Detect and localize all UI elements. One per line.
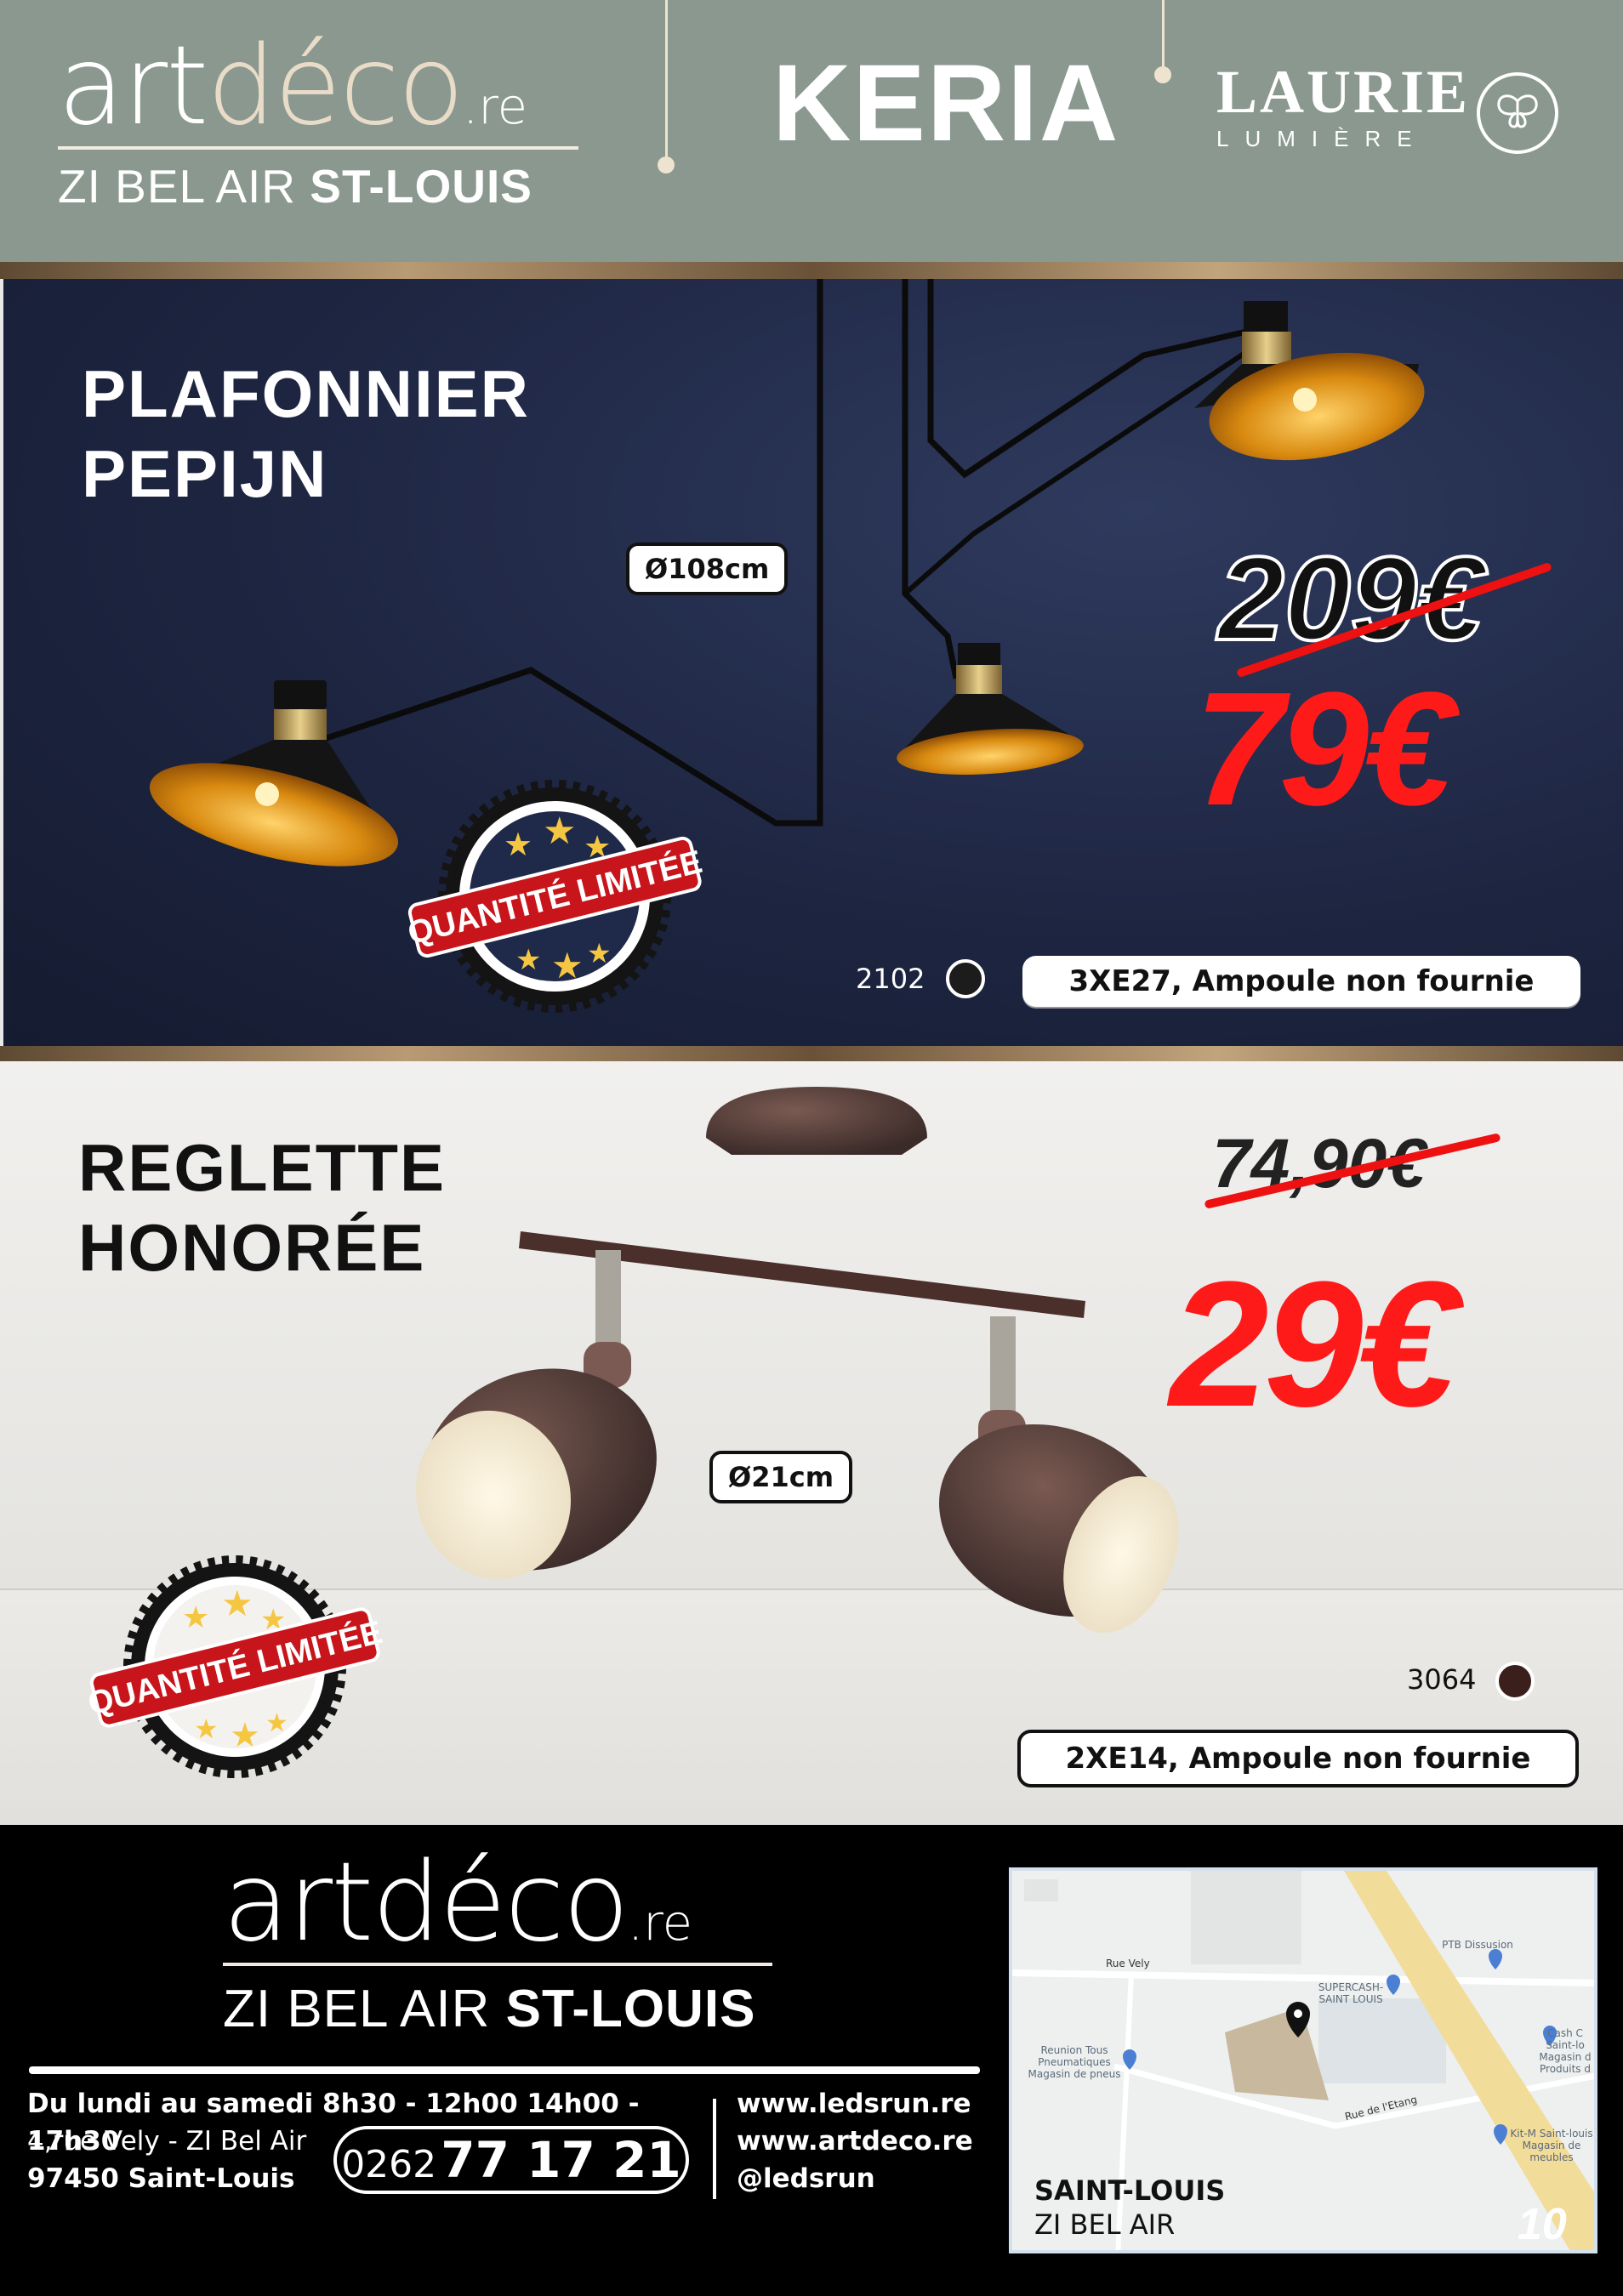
- diameter-label: Ø108cm: [626, 543, 789, 595]
- map-poi: SUPERCASH- SAINT LOUIS: [1318, 1981, 1384, 2005]
- map-poi: Reunion Tous Pneumatiques Magasin de pne…: [1028, 2044, 1121, 2080]
- product-title: REGLETTE HONORÉE: [78, 1130, 447, 1285]
- social-handle[interactable]: @ledsrun: [737, 2163, 875, 2194]
- store-address: 4,rue Vely - ZI Bel Air 97450 Saint-Loui…: [27, 2126, 307, 2194]
- spec-label: 3XE27, Ampoule non fournie: [1022, 956, 1580, 1007]
- map-location-label: SAINT-LOUIS ZI BEL AIR: [1034, 2174, 1226, 2241]
- footer: artdéco.re ZI BEL AIR ST-LOUIS Du lundi …: [0, 1825, 1623, 2296]
- new-price: 29€: [1170, 1244, 1457, 1444]
- keria-logo[interactable]: KERIA: [772, 49, 1119, 158]
- svg-text:★: ★: [515, 943, 541, 977]
- svg-text:★: ★: [182, 1600, 209, 1635]
- header-banner: artdéco.re ZI BEL AIR ST-LOUIS KERIA LAU…: [0, 0, 1623, 262]
- spec-label: 2XE14, Ampoule non fournie: [1017, 1730, 1579, 1787]
- artdeco-logo[interactable]: artdéco.re ZI BEL AIR ST-LOUIS: [223, 1849, 772, 2036]
- gold-separator: [0, 262, 1623, 279]
- web-links: www.ledsrun.re www.artdeco.re @ledsrun: [737, 2085, 973, 2197]
- svg-text:★: ★: [587, 937, 612, 969]
- svg-text:★: ★: [543, 810, 576, 853]
- laurie-sub: LUMIÈRE: [1216, 126, 1428, 151]
- laurie-lumiere-logo[interactable]: LAURIE LUMIÈRE: [1216, 61, 1470, 152]
- street-label: Rue Vely: [1106, 1958, 1150, 1969]
- store-map[interactable]: Rue Vely Rue de l'Etang PTB Dissusion SU…: [1009, 1867, 1597, 2253]
- diameter-label: Ø21cm: [709, 1451, 853, 1503]
- color-swatch[interactable]: [1495, 1662, 1535, 1701]
- gold-separator: [0, 1046, 1623, 1061]
- limited-quantity-badge: ★ ★ ★ ★ ★ ★ QUANTITÉ LIMITÉE: [84, 1555, 386, 1778]
- footer-divider: [29, 2066, 980, 2074]
- logo-wordmark: artdéco.re: [58, 23, 528, 150]
- divider-dot: [658, 156, 675, 173]
- svg-text:★: ★: [504, 826, 532, 863]
- laurie-name: LAURIE: [1216, 58, 1471, 126]
- product-reference: 2102: [856, 963, 925, 995]
- butterfly-icon: [1477, 72, 1558, 154]
- svg-text:★: ★: [194, 1713, 219, 1745]
- product-reference: 3064: [1407, 1663, 1477, 1696]
- limited-quantity-badge: ★ ★ ★ ★ ★ ★ QUANTITÉ LIMITÉE: [404, 780, 706, 1013]
- page-number: 10: [1518, 2200, 1567, 2249]
- logo-location: ZI BEL AIR ST-LOUIS: [58, 160, 532, 213]
- divider-dot: [1154, 66, 1171, 83]
- artdeco-logo[interactable]: artdéco.re ZI BEL AIR ST-LOUIS: [58, 32, 578, 210]
- product-reglette-honoree[interactable]: REGLETTE HONORÉE Ø21cm 74,90€ 29€ ★ ★ ★ …: [0, 1061, 1623, 1825]
- svg-text:★: ★: [551, 945, 584, 986]
- map-poi: Kit-M Saint-louis Magasin de meubles: [1510, 2128, 1593, 2163]
- svg-text:★: ★: [221, 1583, 253, 1624]
- divider-line: [1162, 0, 1165, 70]
- product-plafonnier-pepijn[interactable]: PLAFONNIER PEPIJN Ø108cm 209€ 79€ ★ ★ ★ …: [0, 279, 1623, 1046]
- phone-number[interactable]: 0262 77 17 21: [333, 2126, 689, 2194]
- map-poi: Cash C Saint-lo Magasin d Produits d: [1539, 2027, 1592, 2075]
- logo-location: ZI BEL AIR ST-LOUIS: [223, 1980, 756, 2038]
- artdeco-link[interactable]: www.artdeco.re: [737, 2126, 973, 2157]
- map-poi: PTB Dissusion: [1442, 1939, 1513, 1951]
- svg-text:★: ★: [265, 1708, 288, 1738]
- logo-wordmark: artdéco.re: [223, 1839, 693, 1966]
- new-price: 79€: [1194, 659, 1454, 839]
- footer-vertical-divider: [713, 2099, 716, 2199]
- divider-line: [665, 0, 668, 162]
- color-swatch[interactable]: [946, 959, 985, 998]
- product-title: PLAFONNIER PEPIJN: [82, 356, 530, 511]
- svg-text:★: ★: [230, 1716, 260, 1755]
- ledsrun-link[interactable]: www.ledsrun.re: [737, 2089, 971, 2119]
